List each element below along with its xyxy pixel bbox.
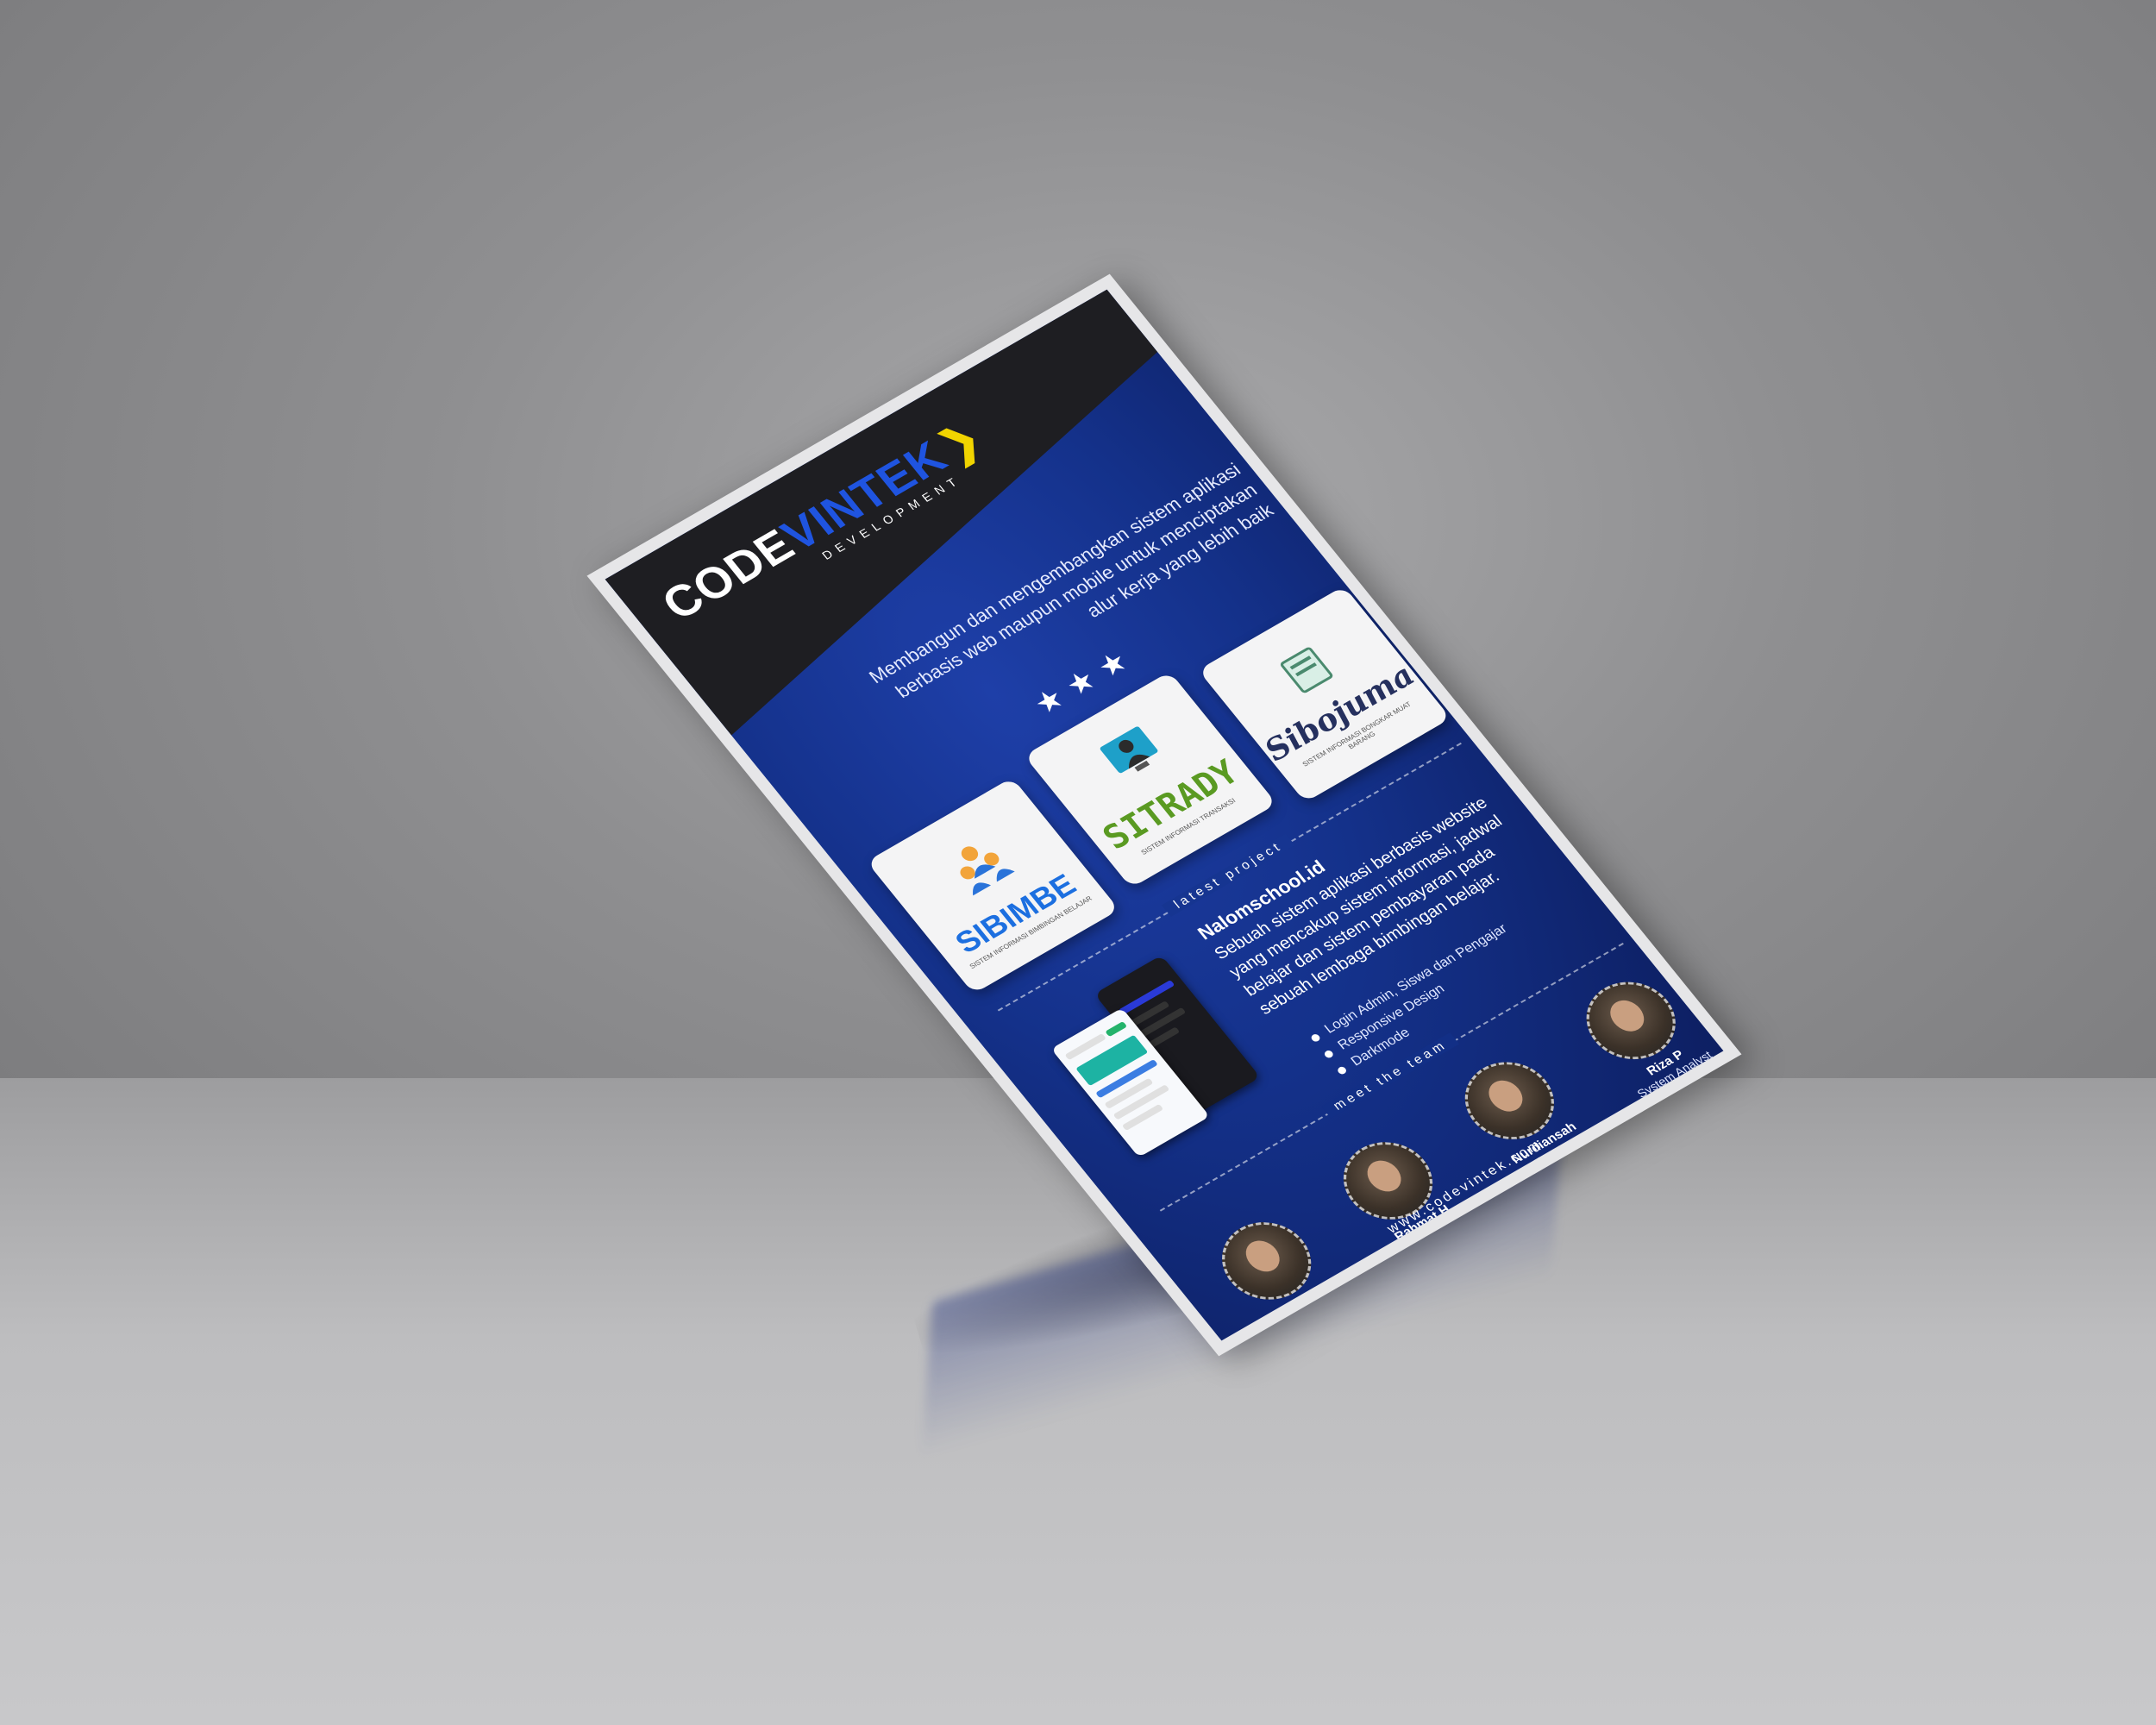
- monitor-icon: [1100, 726, 1158, 774]
- people-icon: [960, 846, 1015, 896]
- document-icon: [1280, 647, 1333, 693]
